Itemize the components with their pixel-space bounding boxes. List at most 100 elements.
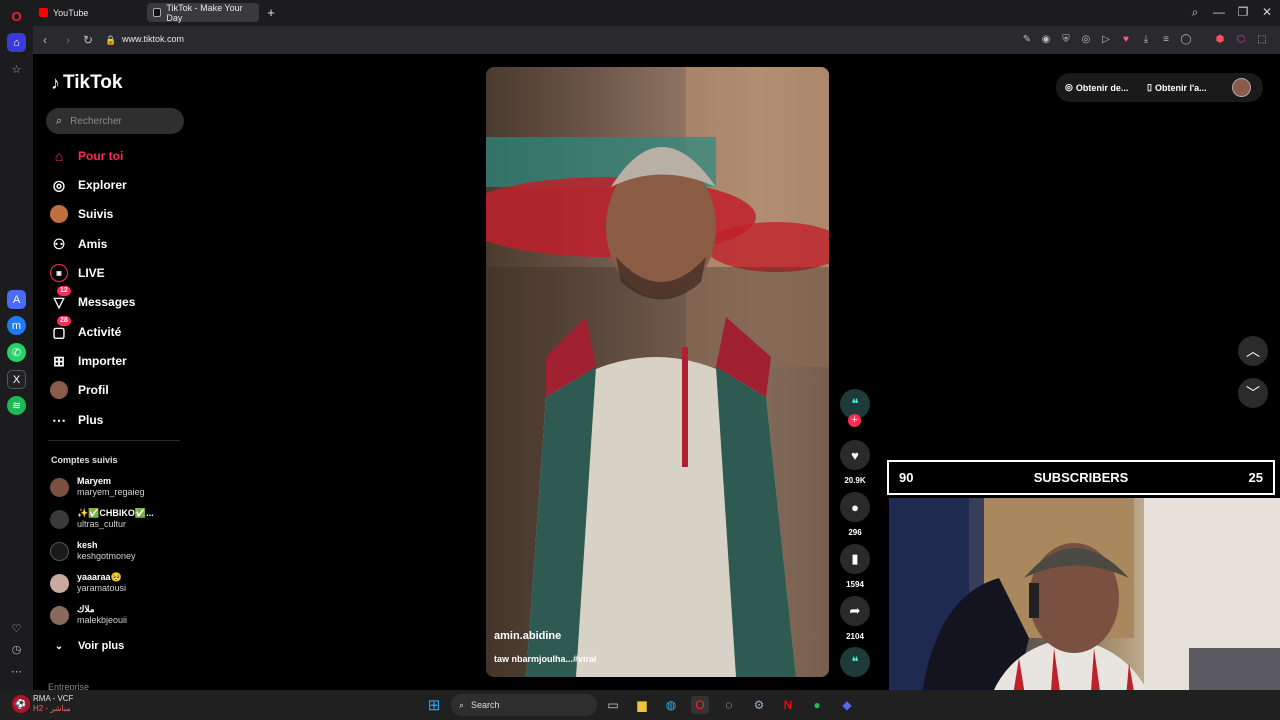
- heart-icon[interactable]: ♡: [7, 619, 26, 638]
- task-view-icon[interactable]: ▭: [604, 696, 622, 714]
- search-tabs-icon[interactable]: ⌕: [1187, 4, 1203, 20]
- webcam-frame: [889, 498, 1280, 720]
- share-icon: ➦: [849, 603, 861, 618]
- discord-icon[interactable]: ◆: [838, 696, 856, 714]
- get-coins-button[interactable]: ◎ Obtenir de...: [1065, 82, 1128, 93]
- sound-disc-icon[interactable]: ❝: [840, 647, 870, 677]
- following-name: yaaaraa🥺: [77, 572, 122, 582]
- video-caption[interactable]: taw nbarmjoulha...#viral: [494, 654, 597, 664]
- spotify-icon[interactable]: ●: [808, 696, 826, 714]
- home-icon[interactable]: ⌂: [7, 33, 26, 52]
- forward-icon[interactable]: ›: [60, 32, 76, 48]
- nav-explorer[interactable]: ◎ Explorer: [50, 174, 127, 196]
- taskbar-search[interactable]: ⌕ Search: [451, 694, 597, 716]
- menu-icon[interactable]: ≡: [1159, 33, 1173, 47]
- following-item[interactable]: ✨✅CHBIKO✅... ultras_cultur: [50, 508, 154, 530]
- avatar: [50, 477, 69, 497]
- avatar: [50, 541, 69, 561]
- weather-widget-icon[interactable]: ⚽: [12, 695, 30, 713]
- comment-button[interactable]: ●: [840, 492, 870, 522]
- camera-icon[interactable]: ◉: [1039, 33, 1053, 47]
- netflix-icon[interactable]: N: [779, 696, 797, 714]
- following-name: ملاك: [77, 604, 95, 614]
- following-handle: yaramatousi: [77, 583, 127, 593]
- history-icon[interactable]: ◷: [7, 640, 26, 659]
- video-player[interactable]: amin.abidine taw nbarmjoulha...#viral: [486, 67, 829, 677]
- snapshot-icon[interactable]: ✎: [1020, 33, 1034, 47]
- heart-icon[interactable]: ♥: [1119, 33, 1133, 47]
- nav-suivis[interactable]: Suivis: [50, 203, 113, 225]
- minimize-icon[interactable]: —: [1211, 4, 1227, 20]
- lock-icon: 🔒: [105, 35, 117, 45]
- video-author[interactable]: amin.abidine: [494, 630, 561, 642]
- save-button[interactable]: ▮: [840, 544, 870, 574]
- previous-video-button[interactable]: ︿: [1238, 336, 1268, 366]
- more-icon: ⋯: [52, 411, 66, 428]
- get-app-button[interactable]: ▯ Obtenir l'a...: [1147, 82, 1207, 93]
- spotify-icon[interactable]: ≋: [7, 396, 26, 415]
- comment-count: 296: [848, 528, 862, 537]
- x-twitter-icon[interactable]: X: [7, 370, 26, 389]
- nav-profil[interactable]: Profil: [50, 379, 109, 401]
- adblock-icon[interactable]: ⬢: [1213, 33, 1227, 47]
- following-item[interactable]: yaaaraa🥺 yaramatousi: [50, 572, 126, 594]
- following-header: Comptes suivis: [51, 455, 118, 465]
- download-icon[interactable]: ⤓: [1139, 33, 1153, 47]
- weather-subtitle: H2 - مباشر: [33, 704, 71, 713]
- tab-youtube[interactable]: YouTube: [33, 3, 141, 22]
- steam-icon[interactable]: ⚙: [750, 696, 768, 714]
- nav-amis[interactable]: ⚇ Amis: [50, 233, 108, 255]
- nav-label: Profil: [78, 383, 109, 397]
- messenger-icon[interactable]: m: [7, 316, 26, 335]
- maximize-icon[interactable]: ❐: [1235, 4, 1251, 20]
- follow-plus-icon[interactable]: +: [848, 414, 861, 427]
- url-field[interactable]: www.tiktok.com: [122, 34, 184, 44]
- new-tab-button[interactable]: +: [264, 3, 278, 22]
- nav-messages[interactable]: ▽ 12 Messages: [50, 286, 136, 313]
- whatsapp-icon[interactable]: ✆: [7, 343, 26, 362]
- webcam-feed: [889, 498, 1280, 720]
- file-explorer-icon[interactable]: ▆: [633, 696, 651, 714]
- following-item[interactable]: Maryem maryem_regaieg: [50, 476, 145, 498]
- nav-label: Activité: [78, 325, 122, 339]
- taskbar: ⚽ RMA - VCF H2 - مباشر ⊞ ⌕ Search ▭ ▆ ◍ …: [0, 690, 1280, 720]
- weather-title[interactable]: RMA - VCF: [33, 694, 73, 703]
- vpn-icon[interactable]: ◎: [1079, 33, 1093, 47]
- extensions-icon[interactable]: ⬚: [1255, 33, 1269, 47]
- reload-icon[interactable]: ↻: [80, 32, 96, 48]
- tiktok-logo[interactable]: ♪ TikTok: [51, 72, 122, 94]
- profile-icon[interactable]: ◯: [1179, 33, 1193, 47]
- opera-gx-icon[interactable]: ◌: [720, 696, 738, 714]
- opera-logo-icon[interactable]: O: [7, 7, 26, 26]
- star-icon[interactable]: ☆: [7, 60, 26, 79]
- nav-label: Explorer: [78, 178, 127, 192]
- search-input[interactable]: ⌕ Rechercher: [46, 108, 184, 134]
- coin-icon: ◎: [1065, 82, 1073, 92]
- nav-activite[interactable]: ▢ 28 Activité: [50, 316, 122, 343]
- shield-icon[interactable]: ⛨: [1059, 33, 1073, 47]
- extension-icon[interactable]: ⬡: [1234, 33, 1248, 47]
- more-dots-icon[interactable]: ⋯: [7, 662, 26, 681]
- nav-live[interactable]: ▣ LIVE: [50, 262, 105, 284]
- close-icon[interactable]: ✕: [1259, 4, 1275, 20]
- like-button[interactable]: ♥: [840, 440, 870, 470]
- following-name: Maryem: [77, 476, 112, 486]
- nav-plus[interactable]: ⋯ Plus: [50, 409, 103, 431]
- opera-icon[interactable]: O: [691, 696, 709, 714]
- back-icon[interactable]: ‹: [37, 32, 53, 48]
- player-icon[interactable]: ▷: [1099, 33, 1113, 47]
- tab-tiktok[interactable]: TikTok - Make Your Day: [147, 3, 259, 23]
- nav-importer[interactable]: ⊞ Importer: [50, 350, 127, 372]
- heart-icon: ♥: [851, 447, 859, 463]
- windows-start-icon[interactable]: ⊞: [425, 696, 443, 714]
- nav-label: Messages: [78, 295, 136, 309]
- edge-icon[interactable]: ◍: [662, 696, 680, 714]
- following-item[interactable]: ملاك malekbjeouii: [50, 604, 127, 626]
- avatar[interactable]: [1232, 78, 1251, 97]
- see-more-button[interactable]: ⌄ Voir plus: [50, 635, 124, 657]
- aria-icon[interactable]: A: [7, 290, 26, 309]
- share-button[interactable]: ➦: [840, 596, 870, 626]
- next-video-button[interactable]: ﹀: [1238, 378, 1268, 408]
- following-item[interactable]: kesh keshgotmoney: [50, 540, 136, 562]
- nav-pour-toi[interactable]: ⌂ Pour toi: [50, 145, 124, 167]
